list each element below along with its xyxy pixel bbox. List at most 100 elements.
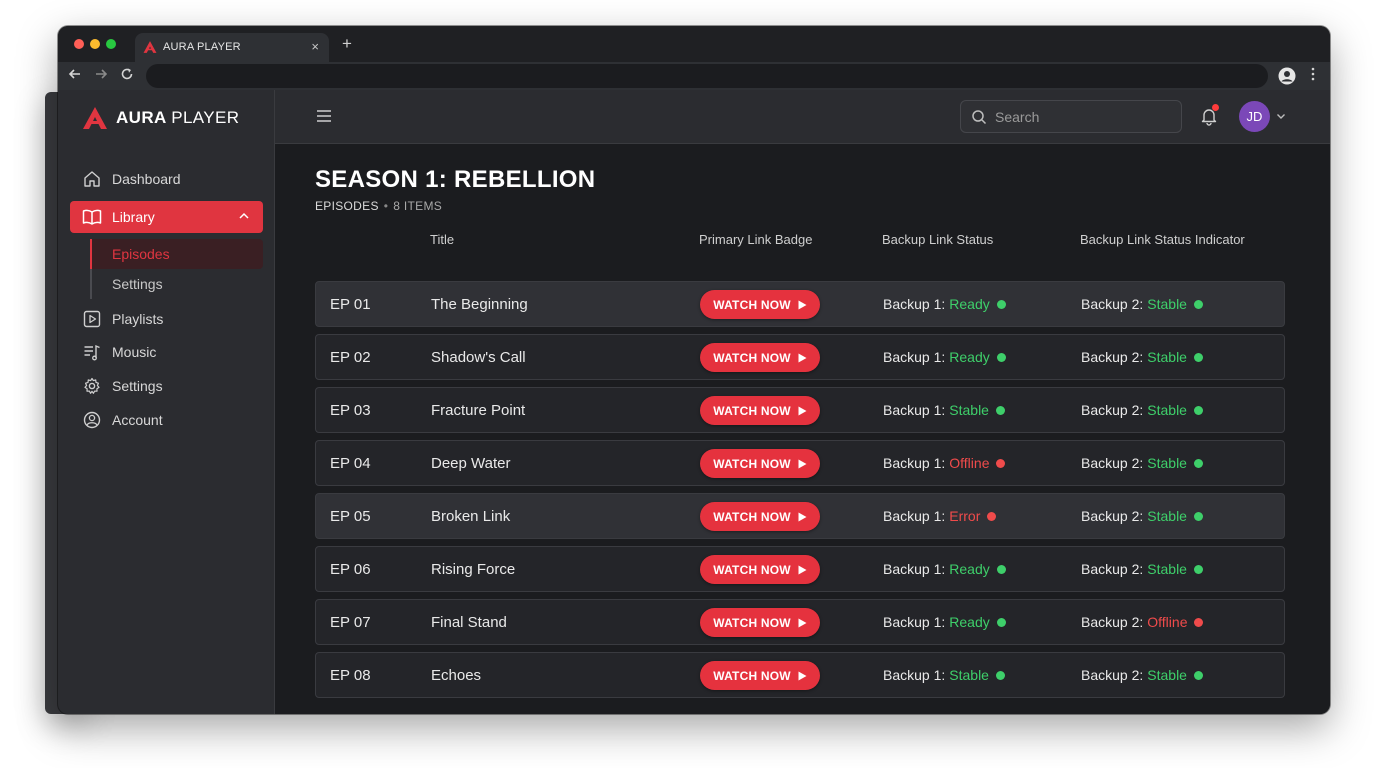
- backup-2-prefix: Backup 2:: [1081, 508, 1144, 524]
- maximize-window-button[interactable]: [106, 39, 116, 49]
- backup-1-value: Ready: [949, 296, 990, 312]
- table-row[interactable]: EP 03 Fracture Point WATCH NOW Backup 1: Sta…: [315, 387, 1285, 433]
- backup-1-prefix: Backup 1:: [883, 614, 946, 630]
- watch-now-button[interactable]: WATCH NOW: [700, 502, 820, 531]
- tab-title: AURA PLAYER: [163, 41, 241, 53]
- sidebar-item-library[interactable]: Library: [70, 201, 263, 233]
- watch-now-button[interactable]: WATCH NOW: [700, 290, 820, 319]
- url-field[interactable]: [146, 64, 1268, 88]
- watch-now-label: WATCH NOW: [713, 562, 791, 577]
- backup-1-value: Ready: [949, 561, 990, 577]
- search-box[interactable]: [960, 100, 1182, 133]
- play-icon: [798, 512, 807, 521]
- search-icon: [972, 109, 987, 124]
- episode-title: Broken Link: [431, 508, 511, 525]
- watch-now-button[interactable]: WATCH NOW: [700, 661, 820, 690]
- watch-now-button[interactable]: WATCH NOW: [700, 608, 820, 637]
- status-dot-icon: [996, 564, 1006, 574]
- browser-tab[interactable]: AURA PLAYER ×: [135, 33, 329, 62]
- brand[interactable]: AURA PLAYER: [82, 106, 239, 130]
- watch-now-button[interactable]: WATCH NOW: [700, 396, 820, 425]
- backup-1-prefix: Backup 1:: [883, 667, 946, 683]
- episode-number: EP 08: [330, 667, 371, 684]
- aura-logo-icon: [143, 41, 157, 53]
- new-tab-button[interactable]: +: [342, 34, 352, 54]
- sidebar-item-label: Settings: [112, 378, 163, 394]
- forward-arrow-icon[interactable]: [94, 67, 108, 84]
- status-dot-icon: [987, 511, 997, 521]
- play-icon: [798, 618, 807, 627]
- play-icon: [798, 459, 807, 468]
- sidebar-subitem-settings[interactable]: Settings: [90, 269, 263, 299]
- play-icon: [798, 406, 807, 415]
- watch-now-button[interactable]: WATCH NOW: [700, 555, 820, 584]
- reload-icon[interactable]: [120, 67, 134, 84]
- episode-number: EP 04: [330, 455, 371, 472]
- avatar[interactable]: JD: [1239, 101, 1270, 132]
- backup-1-status: Backup 1: Ready: [883, 614, 1006, 630]
- episode-title: Rising Force: [431, 561, 516, 578]
- more-vertical-icon[interactable]: [1310, 66, 1316, 85]
- episode-title: Shadow's Call: [431, 349, 526, 366]
- sidebar-item-playlists[interactable]: Playlists: [70, 303, 263, 335]
- backup-2-prefix: Backup 2:: [1081, 402, 1144, 418]
- watch-now-label: WATCH NOW: [713, 668, 791, 683]
- table-row[interactable]: EP 07 Final Stand WATCH NOW Backup 1: Ready B…: [315, 599, 1285, 645]
- table-row[interactable]: EP 06 Rising Force WATCH NOW Backup 1: Ready…: [315, 546, 1285, 592]
- backup-2-value: Stable: [1147, 296, 1187, 312]
- episode-title: Final Stand: [431, 614, 507, 631]
- table-row[interactable]: EP 04 Deep Water WATCH NOW Backup 1: Offline…: [315, 440, 1285, 486]
- sidebar-item-account[interactable]: Account: [70, 404, 263, 436]
- backup-2-value: Stable: [1147, 667, 1187, 683]
- table-row[interactable]: EP 08 Echoes WATCH NOW Backup 1: Stable Backu…: [315, 652, 1285, 698]
- backup-1-prefix: Backup 1:: [883, 296, 946, 312]
- back-arrow-icon[interactable]: [68, 67, 82, 84]
- episode-title: Echoes: [431, 667, 482, 684]
- watch-now-label: WATCH NOW: [713, 456, 791, 471]
- table-row[interactable]: EP 01 The Beginning WATCH NOW Backup 1: Read…: [315, 281, 1285, 327]
- watch-now-button[interactable]: WATCH NOW: [700, 449, 820, 478]
- watch-now-button[interactable]: WATCH NOW: [700, 343, 820, 372]
- chevron-up-icon[interactable]: [237, 209, 251, 223]
- backup-2-value: Stable: [1147, 349, 1187, 365]
- sidebar-item-label: Account: [112, 412, 163, 428]
- minimize-window-button[interactable]: [90, 39, 100, 49]
- close-window-button[interactable]: [74, 39, 84, 49]
- status-dot-icon: [996, 352, 1006, 362]
- sidebar-subitem-label: Settings: [112, 276, 163, 292]
- sidebar-subitem-episodes[interactable]: Episodes: [90, 239, 263, 269]
- backup-1-status: Backup 1: Error: [883, 508, 997, 524]
- page-subtitle: EPISODES • 8 ITEMS: [315, 199, 443, 213]
- backup-2-value: Stable: [1147, 508, 1187, 524]
- app-header: JD: [275, 90, 1330, 144]
- main-content: SEASON 1: REBELLION EPISODES • 8 ITEMS Tit…: [275, 144, 1330, 714]
- episode-title: Fracture Point: [431, 402, 526, 419]
- table-row[interactable]: EP 05 Broken Link WATCH NOW Backup 1: Error B…: [315, 493, 1285, 539]
- sidebar-item-dashboard[interactable]: Dashboard: [70, 163, 263, 195]
- profile-icon[interactable]: [1278, 67, 1296, 85]
- backup-2-status: Backup 2: Stable: [1081, 296, 1203, 312]
- episode-title: The Beginning: [431, 296, 528, 313]
- gear-icon: [82, 376, 102, 396]
- episode-number: EP 03: [330, 402, 371, 419]
- backup-2-value: Offline: [1147, 614, 1188, 630]
- backup-1-value: Stable: [949, 667, 989, 683]
- tab-close-icon[interactable]: ×: [311, 39, 319, 54]
- backup-2-value: Stable: [1147, 402, 1187, 418]
- backup-2-prefix: Backup 2:: [1081, 667, 1144, 683]
- status-dot-icon: [1193, 511, 1203, 521]
- backup-2-prefix: Backup 2:: [1081, 561, 1144, 577]
- backup-1-value: Stable: [949, 402, 989, 418]
- music-list-icon: [82, 342, 102, 362]
- table-row[interactable]: EP 02 Shadow's Call WATCH NOW Backup 1: Read…: [315, 334, 1285, 380]
- status-dot-icon: [995, 405, 1005, 415]
- play-icon: [798, 300, 807, 309]
- chevron-down-icon[interactable]: [1275, 110, 1287, 122]
- sidebar-item-mousic[interactable]: Mousic: [70, 336, 263, 368]
- book-icon: [82, 207, 102, 227]
- sidebar-item-settings[interactable]: Settings: [70, 370, 263, 402]
- backup-2-prefix: Backup 2:: [1081, 614, 1144, 630]
- play-icon: [798, 671, 807, 680]
- search-input[interactable]: [995, 108, 1165, 125]
- hamburger-menu-icon[interactable]: [315, 107, 333, 125]
